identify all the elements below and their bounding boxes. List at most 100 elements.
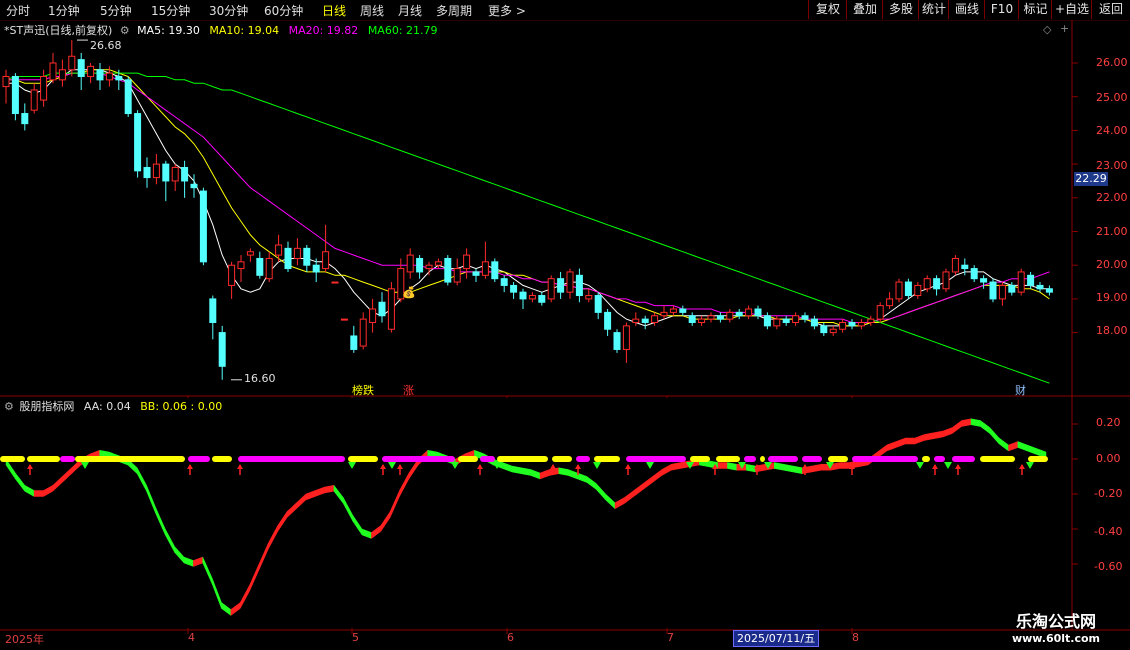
x-label: 4 bbox=[188, 631, 195, 644]
indicator-title: 股朋指标网 bbox=[19, 400, 75, 413]
candle-body bbox=[585, 295, 593, 300]
candle-body bbox=[322, 251, 330, 270]
aa-band-segment bbox=[530, 469, 541, 480]
period-tab-60min[interactable]: 60分钟 bbox=[264, 2, 303, 19]
bb-zero-band bbox=[690, 456, 710, 462]
draw-line-button[interactable]: 画线 bbox=[948, 0, 985, 19]
period-tab-5min[interactable]: 5分钟 bbox=[100, 2, 132, 19]
statistics-button[interactable]: 统计 bbox=[918, 0, 949, 19]
buy-arrow-head bbox=[477, 464, 483, 469]
aa-band-segment bbox=[399, 472, 410, 497]
bb-zero-band bbox=[458, 456, 478, 462]
y-label: 19.00 bbox=[1096, 291, 1128, 304]
mark-button[interactable]: 标记 bbox=[1018, 0, 1052, 19]
candle-body bbox=[134, 113, 142, 172]
candle-body bbox=[68, 55, 76, 71]
candle-body bbox=[641, 318, 649, 323]
period-tab-monthly[interactable]: 月线 bbox=[398, 2, 422, 19]
aa-band-segment bbox=[268, 525, 278, 550]
candle-body bbox=[904, 281, 912, 297]
candle-body bbox=[829, 328, 837, 334]
candle-body bbox=[284, 247, 292, 270]
period-tab-daily[interactable]: 日线 bbox=[322, 2, 346, 19]
sell-marker bbox=[388, 462, 396, 469]
finance-tag[interactable]: 财 bbox=[1015, 382, 1026, 398]
period-tab-weekly[interactable]: 周线 bbox=[360, 2, 384, 19]
main-legend: *ST声迅(日线,前复权) ⚙ MA5: 19.30 MA10: 19.04 M… bbox=[4, 22, 438, 38]
period-tab-intraday[interactable]: 分时 bbox=[6, 2, 30, 19]
candle-body bbox=[369, 308, 377, 323]
candle-body bbox=[434, 261, 442, 266]
aa-band-segment bbox=[624, 490, 634, 504]
y-label: 21.00 bbox=[1096, 225, 1128, 238]
candle-body bbox=[143, 166, 151, 179]
ind-y-label: -0.20 bbox=[1094, 487, 1123, 500]
candle-body bbox=[810, 318, 818, 327]
bb-zero-band bbox=[922, 456, 930, 462]
bb-zero-band bbox=[980, 456, 1015, 462]
aa-band-segment bbox=[558, 467, 569, 476]
chart-canvas[interactable] bbox=[0, 20, 1130, 650]
candle-body bbox=[1045, 288, 1053, 293]
candle-body bbox=[923, 278, 931, 290]
back-button[interactable]: 返回 bbox=[1091, 0, 1130, 19]
period-tab-30min[interactable]: 30分钟 bbox=[209, 2, 248, 19]
event-tag[interactable]: 涨 bbox=[403, 382, 414, 398]
period-tab-15min[interactable]: 15分钟 bbox=[151, 2, 190, 19]
settings-gear-icon[interactable]: ⚙ bbox=[120, 24, 130, 37]
aa-band-segment bbox=[717, 462, 728, 469]
x-label: 2025年 bbox=[5, 633, 44, 646]
candle-body bbox=[11, 75, 19, 115]
plus-icon[interactable]: + bbox=[1060, 22, 1069, 35]
candle-body bbox=[228, 264, 236, 286]
add-watchlist-button[interactable]: +自选 bbox=[1051, 0, 1092, 19]
candle-body bbox=[162, 163, 170, 182]
sell-marker bbox=[81, 462, 89, 469]
aa-band-segment bbox=[389, 490, 400, 518]
candle-body bbox=[87, 65, 95, 77]
period-tab-multi[interactable]: 多周期 bbox=[436, 2, 472, 19]
aa-band-segment bbox=[155, 507, 166, 536]
sell-marker bbox=[916, 462, 924, 469]
aa-band-segment bbox=[324, 484, 335, 494]
period-tab-more[interactable]: 更多 > bbox=[488, 2, 526, 19]
aa-band-segment bbox=[905, 437, 916, 445]
aa-band-segment bbox=[1008, 441, 1019, 452]
candle-body bbox=[538, 295, 546, 303]
aa-band-segment bbox=[886, 441, 897, 452]
overlay-button[interactable]: 叠加 bbox=[846, 0, 883, 19]
candle-body bbox=[519, 291, 527, 300]
event-tag[interactable]: 榜跌 bbox=[352, 382, 374, 398]
ind-y-label: 0.00 bbox=[1096, 452, 1121, 465]
aa-value: AA: 0.04 bbox=[83, 400, 131, 413]
indicator-plot bbox=[0, 418, 1048, 616]
aa-band-segment bbox=[1017, 441, 1028, 452]
diamond-icon[interactable]: ◇ bbox=[1043, 23, 1051, 36]
aa-band-segment bbox=[249, 563, 260, 592]
candle-body bbox=[867, 318, 875, 323]
multi-stock-button[interactable]: 多股 bbox=[882, 0, 919, 19]
candle-body bbox=[209, 298, 217, 323]
indicator-gear-icon[interactable]: ⚙ bbox=[4, 400, 14, 413]
x-label: 8 bbox=[852, 631, 859, 644]
aa-band-segment bbox=[521, 467, 531, 476]
aa-band-segment bbox=[371, 525, 382, 539]
candle-body bbox=[115, 75, 123, 81]
buy-arrow-head bbox=[397, 464, 403, 469]
aa-band-segment bbox=[567, 469, 578, 480]
candle-body bbox=[707, 315, 715, 320]
aa-band-segment bbox=[792, 465, 803, 475]
aa-band-segment bbox=[43, 484, 54, 497]
candle-body bbox=[331, 281, 339, 284]
candle-body bbox=[500, 278, 508, 286]
adjust-button[interactable]: 复权 bbox=[808, 0, 847, 19]
candle-body bbox=[472, 271, 480, 276]
candle-body bbox=[425, 264, 433, 270]
money-bag-icon[interactable]: 💰 bbox=[402, 286, 416, 299]
candle-body bbox=[951, 257, 959, 273]
bb-zero-band bbox=[75, 456, 185, 462]
aa-band-segment bbox=[286, 502, 297, 519]
f10-button[interactable]: F10 bbox=[984, 0, 1019, 19]
aa-band-segment bbox=[774, 462, 784, 471]
period-tab-1min[interactable]: 1分钟 bbox=[48, 2, 80, 19]
